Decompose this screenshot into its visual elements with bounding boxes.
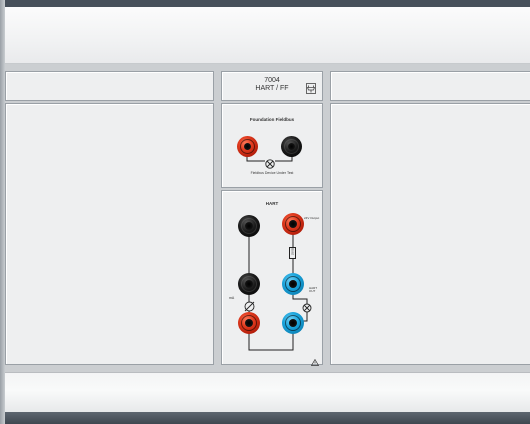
chassis-top-strip: [0, 7, 530, 64]
chassis-bottom-bar: [0, 412, 530, 424]
hart-jack-blue-bottom[interactable]: [282, 312, 304, 334]
blank-module-left: [5, 103, 214, 365]
blank-module-right: [330, 103, 530, 365]
blank-module-right-header: [330, 71, 530, 101]
chassis-top-bar: [0, 0, 530, 7]
fieldbus-jack-black[interactable]: [281, 136, 302, 157]
hart-jack-black-top[interactable]: [238, 215, 260, 237]
hart-jack-black-middle[interactable]: [238, 273, 260, 295]
power-label: 24V Output: [304, 216, 320, 220]
chassis-bottom-strip: [0, 372, 530, 417]
module-header: 7004 HART / FF: [221, 71, 323, 101]
blank-module-left-header: [5, 71, 214, 101]
hart-jack-blue-middle[interactable]: [282, 273, 304, 295]
fieldbus-caption: Fieldbus Device Under Test: [250, 171, 294, 175]
hart-out-label: HART OUT: [309, 286, 318, 293]
meter-label: mA: [229, 296, 235, 300]
warning-triangle-icon: [310, 353, 320, 371]
hart-lamp-icon: [302, 300, 312, 318]
plug-icon: [306, 81, 316, 99]
fieldbus-jack-red[interactable]: [237, 136, 258, 157]
resistor-label: 250Ω: [290, 247, 295, 256]
hart-jack-red-top[interactable]: [282, 213, 304, 235]
hart-jack-red-bottom[interactable]: [238, 312, 260, 334]
hart-panel: HART 250Ω mA HART OUT 24V Output: [221, 190, 323, 366]
fieldbus-panel: Foundation Fieldbus Fieldbus Device Unde…: [221, 103, 323, 188]
